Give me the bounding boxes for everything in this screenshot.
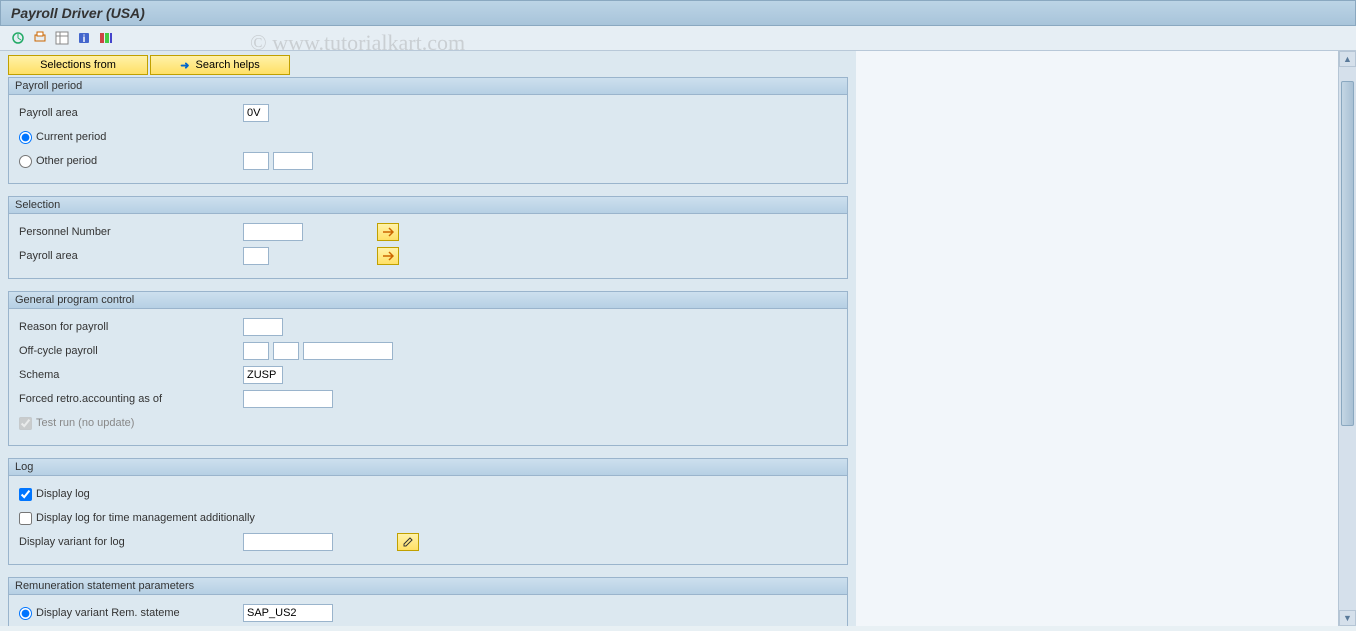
execute-icon[interactable] xyxy=(10,30,26,46)
print-icon[interactable] xyxy=(32,30,48,46)
personnel-number-input[interactable] xyxy=(243,223,303,241)
selections-from-button[interactable]: Selections from xyxy=(8,55,148,75)
checkbox-label: Test run (no update) xyxy=(36,417,134,429)
scroll-up-icon[interactable]: ▲ xyxy=(1339,51,1356,67)
display-log-checkbox[interactable]: Display log xyxy=(19,488,90,501)
group-selection: Selection Personnel Number Payroll area xyxy=(8,196,848,279)
group-title: Log xyxy=(9,459,847,476)
offcycle-input-2[interactable] xyxy=(273,342,299,360)
arrow-right-icon: ➜ xyxy=(180,59,189,72)
toolbar: i xyxy=(0,26,1356,51)
payroll-area-sel-label: Payroll area xyxy=(19,250,239,262)
main-panel: Selections from ➜ Search helps Payroll p… xyxy=(0,51,856,626)
side-blank: ▲ ▼ xyxy=(856,51,1356,626)
group-title: Payroll period xyxy=(9,78,847,95)
payroll-area-sel-input[interactable] xyxy=(243,247,269,265)
display-variant-rem-input[interactable] xyxy=(243,604,333,622)
forced-retro-input[interactable] xyxy=(243,390,333,408)
spreadsheet-icon[interactable] xyxy=(54,30,70,46)
other-period-val2[interactable] xyxy=(273,152,313,170)
personnel-number-label: Personnel Number xyxy=(19,226,239,238)
display-log-time-checkbox[interactable]: Display log for time management addition… xyxy=(19,512,255,525)
page-title: Payroll Driver (USA) xyxy=(11,5,145,21)
multi-select-button[interactable] xyxy=(377,223,399,241)
svg-text:i: i xyxy=(83,34,86,45)
offcycle-label: Off-cycle payroll xyxy=(19,345,239,357)
title-bar: Payroll Driver (USA) xyxy=(0,0,1356,26)
checkbox-label: Display log for time management addition… xyxy=(36,512,255,524)
search-helps-button[interactable]: ➜ Search helps xyxy=(150,55,290,75)
button-label: Search helps xyxy=(196,59,260,71)
radio-label: Display variant Rem. stateme xyxy=(36,607,180,619)
multi-select-button[interactable] xyxy=(377,247,399,265)
other-period-val1[interactable] xyxy=(243,152,269,170)
radio-label: Current period xyxy=(36,131,106,143)
edit-variant-button[interactable] xyxy=(397,533,419,551)
radio-label: Other period xyxy=(36,155,97,167)
layout-icon[interactable] xyxy=(98,30,114,46)
payroll-area-input[interactable] xyxy=(243,104,269,122)
reason-input[interactable] xyxy=(243,318,283,336)
other-period-radio[interactable]: Other period xyxy=(19,155,239,168)
group-payroll-period: Payroll period Payroll area Current peri… xyxy=(8,77,848,184)
forced-retro-label: Forced retro.accounting as of xyxy=(19,393,239,405)
scroll-down-icon[interactable]: ▼ xyxy=(1339,610,1356,626)
scroll-thumb[interactable] xyxy=(1341,81,1354,426)
group-log: Log Display log Display log for time man… xyxy=(8,458,848,565)
group-remuneration: Remuneration statement parameters Displa… xyxy=(8,577,848,626)
scrollbar[interactable]: ▲ ▼ xyxy=(1338,51,1356,626)
info-icon[interactable]: i xyxy=(76,30,92,46)
group-title: General program control xyxy=(9,292,847,309)
schema-input[interactable] xyxy=(243,366,283,384)
display-variant-input[interactable] xyxy=(243,533,333,551)
button-row: Selections from ➜ Search helps xyxy=(0,51,856,75)
group-title: Selection xyxy=(9,197,847,214)
reason-label: Reason for payroll xyxy=(19,321,239,333)
group-general-program-control: General program control Reason for payro… xyxy=(8,291,848,446)
display-variant-rem-radio[interactable]: Display variant Rem. stateme xyxy=(19,607,239,620)
test-run-checkbox: Test run (no update) xyxy=(19,417,134,430)
offcycle-input-1[interactable] xyxy=(243,342,269,360)
group-title: Remuneration statement parameters xyxy=(9,578,847,595)
checkbox-label: Display log xyxy=(36,488,90,500)
payroll-area-label: Payroll area xyxy=(19,107,239,119)
current-period-radio[interactable]: Current period xyxy=(19,131,106,144)
button-label: Selections from xyxy=(40,59,116,71)
offcycle-input-3[interactable] xyxy=(303,342,393,360)
display-variant-label: Display variant for log xyxy=(19,536,239,548)
schema-label: Schema xyxy=(19,369,239,381)
